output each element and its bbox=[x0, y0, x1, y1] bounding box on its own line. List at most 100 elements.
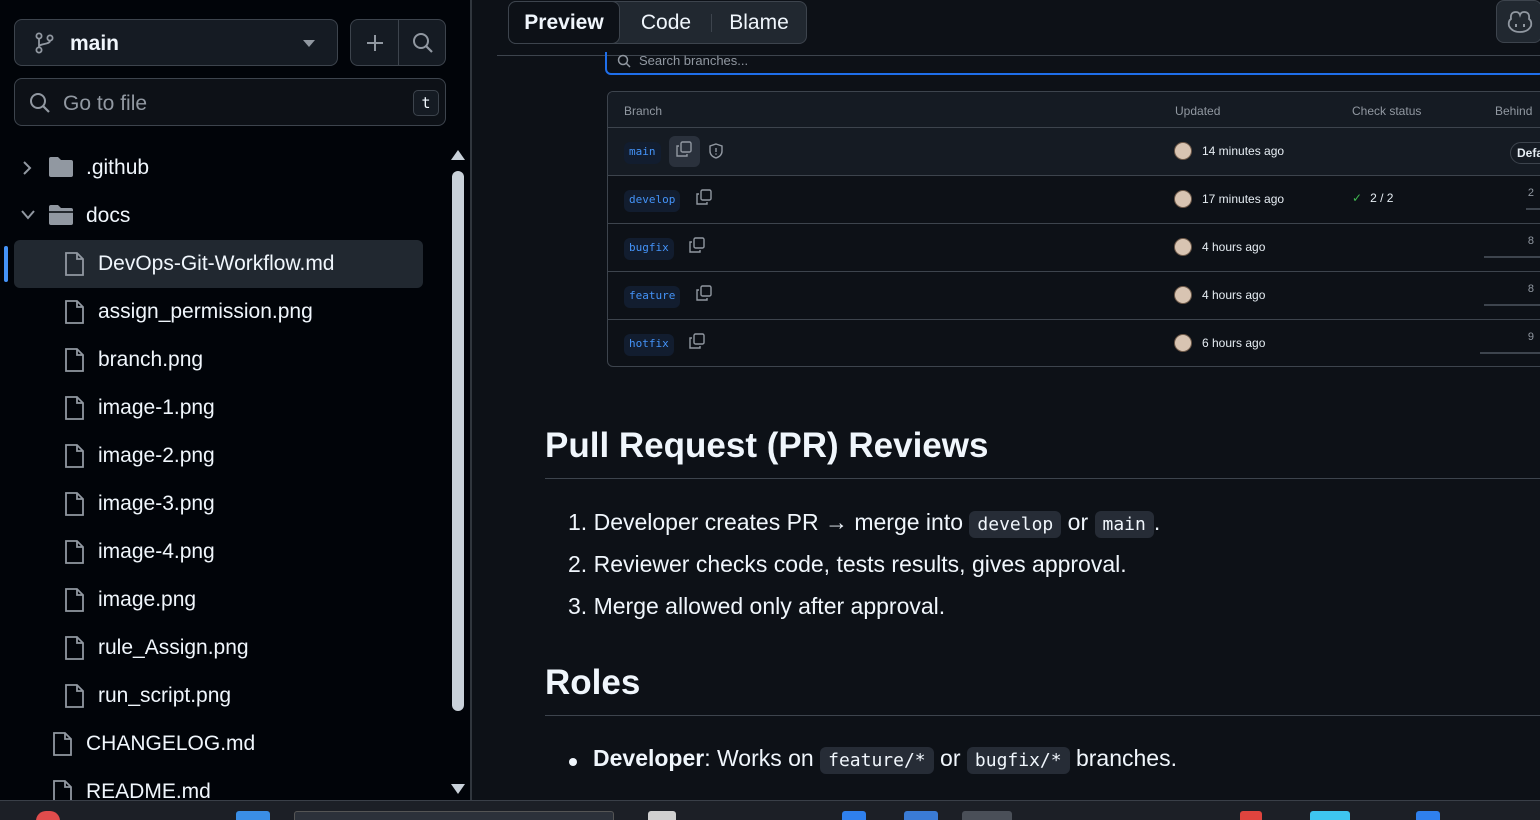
notification-badge-icon[interactable] bbox=[36, 811, 60, 820]
branch-selector[interactable]: main bbox=[14, 19, 338, 66]
default-badge: Defa bbox=[1510, 142, 1540, 164]
file-icon bbox=[65, 684, 84, 708]
heading-roles: Roles bbox=[545, 663, 641, 702]
tree-item-file[interactable]: README.md bbox=[14, 768, 423, 800]
list-text: : Works on bbox=[704, 745, 814, 771]
avatar bbox=[1174, 334, 1192, 352]
inline-code: develop bbox=[969, 511, 1062, 538]
tree-item-label: README.md bbox=[86, 780, 211, 800]
shortcut-key: t bbox=[413, 90, 439, 116]
tree-item-file[interactable]: CHANGELOG.md bbox=[14, 720, 423, 768]
check-status: ✓ 2 / 2 bbox=[1352, 191, 1393, 205]
inline-code: bugfix/* bbox=[966, 747, 1070, 774]
bullet bbox=[569, 758, 577, 766]
avatar bbox=[1174, 286, 1192, 304]
tree-item-file[interactable]: image-2.png bbox=[14, 432, 423, 480]
copy-icon bbox=[676, 141, 692, 157]
scroll-up-arrow-icon[interactable] bbox=[451, 150, 465, 160]
header-behind: Behind bbox=[1495, 104, 1533, 118]
scrollbar-thumb[interactable] bbox=[452, 171, 464, 711]
tree-item-file[interactable]: rule_Assign.png bbox=[14, 624, 423, 672]
taskbar-app-icon[interactable] bbox=[236, 811, 270, 820]
tree-item-file-selected[interactable]: DevOps-Git-Workflow.md bbox=[14, 240, 423, 288]
avatar bbox=[1174, 238, 1192, 256]
taskbar-app-icon[interactable] bbox=[962, 811, 1012, 820]
heading-pr-reviews: Pull Request (PR) Reviews bbox=[545, 426, 989, 465]
tree-actions bbox=[350, 19, 446, 66]
tree-item-label: run_script.png bbox=[98, 684, 232, 707]
taskbar-app-icon[interactable] bbox=[1240, 811, 1262, 820]
taskbar-app-icon[interactable] bbox=[648, 811, 676, 820]
tab-code[interactable]: Code bbox=[621, 2, 711, 43]
git-branch-icon bbox=[35, 32, 54, 54]
file-icon bbox=[65, 396, 84, 420]
tree-item-label: image-1.png bbox=[98, 396, 215, 419]
search-branches-placeholder: Search branches... bbox=[639, 53, 749, 68]
branches-table-header: Branch Updated Check status Behind bbox=[608, 92, 1540, 128]
tab-preview[interactable]: Preview bbox=[508, 1, 620, 44]
behind-count: 2 bbox=[1527, 187, 1534, 199]
tree-item-file[interactable]: branch.png bbox=[14, 336, 423, 384]
image-search-branches-field: Search branches... bbox=[605, 52, 1540, 75]
behind-bar bbox=[1480, 352, 1540, 354]
behind-count: 8 bbox=[1527, 235, 1534, 247]
taskbar-app-icon[interactable] bbox=[1310, 811, 1350, 820]
tree-item-file[interactable]: run_script.png bbox=[14, 672, 423, 720]
search-icon bbox=[412, 32, 433, 53]
view-tabs: Preview Code Blame bbox=[508, 1, 807, 44]
file-icon bbox=[65, 636, 84, 660]
sidebar-scrollbar[interactable] bbox=[447, 144, 469, 800]
taskbar-app-icon[interactable] bbox=[842, 811, 866, 820]
search-icon bbox=[617, 54, 631, 68]
tree-item-github-folder[interactable]: .github bbox=[14, 144, 423, 192]
scroll-down-arrow-icon[interactable] bbox=[451, 784, 465, 794]
copilot-button[interactable] bbox=[1496, 0, 1540, 43]
behind-bar bbox=[1484, 304, 1540, 306]
tree-item-file[interactable]: image-1.png bbox=[14, 384, 423, 432]
taskbar-app-icon[interactable] bbox=[904, 811, 938, 820]
file-icon bbox=[65, 300, 84, 324]
taskbar-search-box[interactable] bbox=[294, 811, 614, 820]
search-button[interactable] bbox=[399, 20, 446, 65]
folder-open-icon bbox=[49, 205, 73, 225]
copilot-icon bbox=[1507, 11, 1533, 33]
copy-icon bbox=[696, 189, 712, 205]
list-text: branches. bbox=[1075, 745, 1177, 771]
tab-blame[interactable]: Blame bbox=[712, 2, 806, 43]
list-text: Merge allowed only after approval. bbox=[593, 593, 946, 619]
list-item: 1. Developer creates PR → merge into dev… bbox=[568, 509, 1161, 538]
branch-tag: bugfix bbox=[624, 238, 674, 260]
branch-name: main bbox=[70, 32, 120, 55]
tree-item-label: image-3.png bbox=[98, 492, 215, 515]
table-row: develop 17 minutes ago ✓ 2 / 2 2 bbox=[608, 176, 1540, 224]
avatar bbox=[1174, 190, 1192, 208]
list-item: 3. Merge allowed only after approval. bbox=[568, 593, 945, 620]
behind-bar bbox=[1526, 208, 1540, 210]
check-icon: ✓ bbox=[1352, 191, 1363, 205]
list-text: . bbox=[1153, 509, 1161, 535]
tree-item-label: branch.png bbox=[98, 348, 204, 371]
divider bbox=[545, 478, 1540, 479]
branch-tag: main bbox=[624, 142, 661, 164]
header-check-status: Check status bbox=[1352, 104, 1422, 118]
tree-item-file[interactable]: image.png bbox=[14, 576, 423, 624]
taskbar-app-icon[interactable] bbox=[1416, 811, 1440, 820]
file-icon bbox=[65, 252, 84, 276]
tree-item-file[interactable]: image-3.png bbox=[14, 480, 423, 528]
tree-item-label: rule_Assign.png bbox=[98, 636, 249, 659]
file-tree-sidebar: main Go to file t .github docs DevOps-Gi… bbox=[0, 0, 470, 800]
check-count: 2 / 2 bbox=[1370, 191, 1394, 205]
tree-item-file[interactable]: image-4.png bbox=[14, 528, 423, 576]
add-file-button[interactable] bbox=[351, 20, 398, 65]
list-text: Developer creates PR → merge into bbox=[593, 509, 964, 535]
tree-item-file[interactable]: assign_permission.png bbox=[14, 288, 423, 336]
go-to-file-input[interactable]: Go to file t bbox=[14, 78, 446, 126]
tree-item-label: docs bbox=[86, 204, 131, 227]
tree-item-label: image-4.png bbox=[98, 540, 215, 563]
tree-item-label: assign_permission.png bbox=[98, 300, 313, 323]
tree-item-label: CHANGELOG.md bbox=[86, 732, 256, 755]
avatar bbox=[1174, 142, 1192, 160]
tree-item-docs-folder[interactable]: docs bbox=[14, 192, 423, 240]
tree-item-label: .github bbox=[86, 156, 150, 179]
file-icon bbox=[53, 780, 72, 800]
